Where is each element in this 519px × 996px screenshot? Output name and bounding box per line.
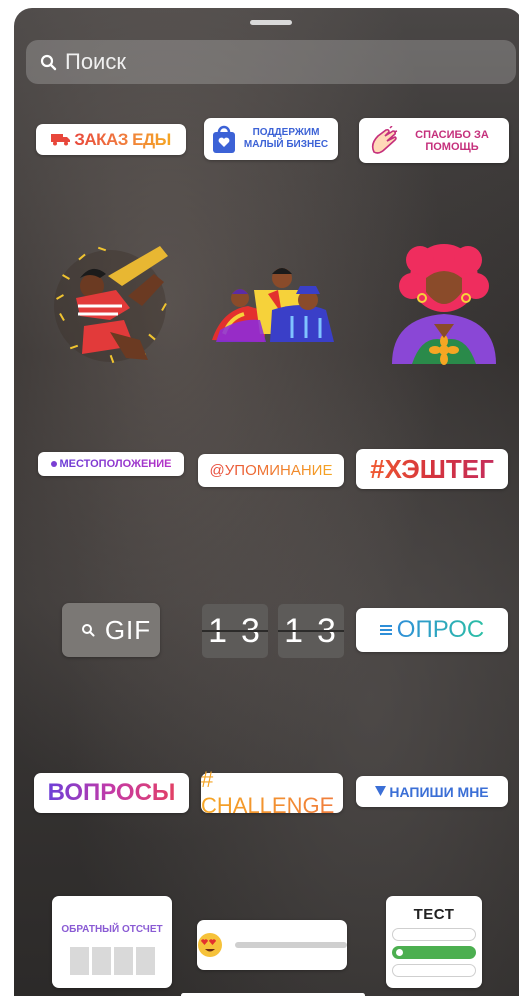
location-pin-icon: [50, 461, 57, 467]
poll-label: ОПРОС: [396, 616, 485, 643]
food-order-label: ЗАКАЗ ЕДЫ: [74, 129, 171, 149]
timer-right-value: 13: [284, 611, 350, 650]
support-small-business-sticker[interactable]: ПОДДЕРЖИМ МАЛЫЙ БИЗНЕС: [204, 118, 338, 160]
quiz-sticker[interactable]: ТЕСТ: [386, 896, 482, 988]
quiz-correct-option: [392, 946, 476, 959]
poll-sticker[interactable]: ОПРОС: [356, 608, 508, 652]
timer-left-group: 13: [202, 604, 268, 658]
hashtag-sticker[interactable]: #ХЭШТЕГ: [356, 449, 508, 489]
timer-right-digits: 13: [278, 604, 344, 658]
timer-left-digits: 13: [202, 604, 268, 658]
questions-sticker[interactable]: ВОПРОСЫ: [34, 773, 189, 813]
timer-left-value: 13: [208, 611, 274, 650]
questions-label: ВОПРОСЫ: [47, 779, 176, 806]
quiz-label: ТЕСТ: [413, 906, 455, 923]
gif-label: GIF: [104, 614, 152, 645]
woman-with-flower-sticker[interactable]: [382, 240, 512, 366]
shopping-bag-heart-icon: [211, 124, 237, 154]
countdown-boxes: [69, 947, 155, 975]
trumpet-player-sticker[interactable]: [48, 236, 180, 368]
countdown-sticker[interactable]: ОБРАТНЫЙ ОТСЧЕТ: [52, 896, 172, 988]
search-input[interactable]: [65, 49, 485, 75]
gif-search-icon: [81, 623, 95, 637]
challenge-sticker[interactable]: # CHALLENGE: [201, 767, 343, 818]
heart-eyes-emoji-icon: [197, 932, 223, 958]
slider-track[interactable]: [235, 942, 347, 948]
challenge-label: # CHALLENGE: [201, 767, 343, 819]
sheet-grabber[interactable]: [250, 20, 292, 25]
search-bar[interactable]: [26, 40, 516, 84]
support-small-business-label: ПОДДЕРЖИМ МАЛЫЙ БИЗНЕС: [243, 127, 329, 150]
family-group-sticker[interactable]: [202, 260, 348, 346]
quiz-option: [392, 928, 476, 941]
timer-sticker[interactable]: 13 13: [202, 604, 344, 658]
search-icon: [40, 54, 57, 71]
sticker-picker-sheet: ЗАКАЗ ЕДЫ ПОДДЕРЖИМ МАЛЫЙ БИЗНЕС СПАСИБО…: [14, 8, 519, 996]
clapping-hands-icon: [368, 125, 400, 156]
mention-label: @УПОМИНАНИЕ: [209, 462, 333, 479]
emoji-slider-sticker[interactable]: [197, 920, 347, 970]
poll-lines-icon: [379, 624, 392, 636]
write-me-sticker[interactable]: НАПИШИ МНЕ: [356, 776, 508, 807]
location-sticker[interactable]: МЕСТОПОЛОЖЕНИЕ: [38, 452, 184, 476]
location-label: МЕСТОПОЛОЖЕНИЕ: [59, 458, 172, 470]
gif-sticker[interactable]: GIF: [62, 603, 160, 657]
truck-icon: [51, 133, 71, 146]
countdown-label: ОБРАТНЫЙ ОТСЧЕТ: [61, 924, 163, 935]
send-arrow-icon: [375, 786, 387, 797]
hashtag-label: #ХЭШТЕГ: [370, 453, 494, 484]
thanks-for-help-sticker[interactable]: СПАСИБО ЗА ПОМОЩЬ: [359, 118, 509, 163]
timer-right-group: 13: [278, 604, 344, 658]
thanks-for-help-label: СПАСИБО ЗА ПОМОЩЬ: [415, 128, 489, 153]
write-me-label: НАПИШИ МНЕ: [389, 783, 489, 800]
quiz-option: [392, 964, 476, 977]
mention-sticker[interactable]: @УПОМИНАНИЕ: [198, 454, 344, 487]
food-order-sticker[interactable]: ЗАКАЗ ЕДЫ: [36, 124, 186, 155]
